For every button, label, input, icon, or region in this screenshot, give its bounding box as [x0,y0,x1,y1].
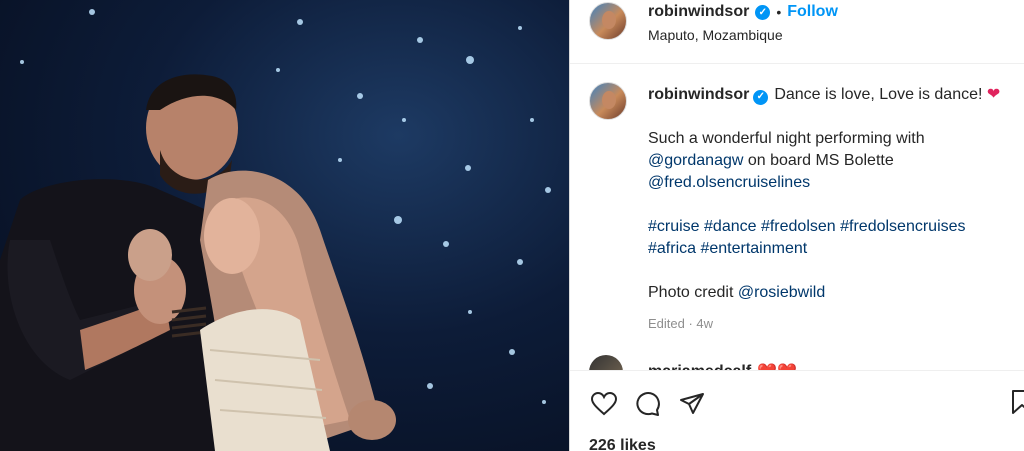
verified-badge-icon: ✓ [755,4,771,20]
action-bar: 226 likes [570,370,1024,451]
verified-badge-icon: ✓ [753,89,769,105]
separator-dot: • [776,4,782,20]
red-heart-icon: ❤ [986,86,1001,103]
caption-line2: Such a wonderful night performing with [648,130,925,147]
post-photo[interactable] [0,0,569,451]
author-username[interactable]: robinwindsor [648,3,749,21]
heart-icon[interactable] [589,389,619,419]
caption-username[interactable]: robinwindsor [648,86,749,103]
instagram-post: robinwindsor ✓ • Follow Maputo, Mozambiq… [0,0,1024,451]
dancers-photo [0,9,551,451]
mention-fredolsen[interactable]: @fred.olsencruiselines [648,172,1000,194]
author-avatar[interactable] [589,2,627,40]
comment-icon[interactable] [633,389,663,419]
likes-count[interactable]: 226 likes [589,437,656,451]
caption-avatar[interactable] [589,82,627,120]
hashtags-line2[interactable]: #africa #entertainment [648,238,1000,260]
caption-line3: on board MS Bolette [743,152,894,169]
caption-line1: Dance is love, Love is dance! [774,86,983,103]
mention-gordanagw[interactable]: @gordanagw [648,152,743,169]
photo-credit-label: Photo credit [648,284,738,301]
bookmark-icon[interactable] [1011,389,1024,419]
post-location[interactable]: Maputo, Mozambique [648,27,838,43]
post-sidebar: robinwindsor ✓ • Follow Maputo, Mozambiq… [569,0,1024,451]
edited-timestamp: Edited · 4w [648,316,714,331]
post-caption: robinwindsor ✓ Dance is love, Love is danc… [589,82,1019,335]
mention-rosiebwild[interactable]: @rosiebwild [738,284,825,301]
hashtags-line1[interactable]: #cruise #dance #fredolsen #fredolsencrui… [648,216,1000,238]
post-header: robinwindsor ✓ • Follow Maputo, Mozambiq… [570,0,1024,64]
share-icon[interactable] [677,389,707,419]
follow-button[interactable]: Follow [787,3,838,21]
